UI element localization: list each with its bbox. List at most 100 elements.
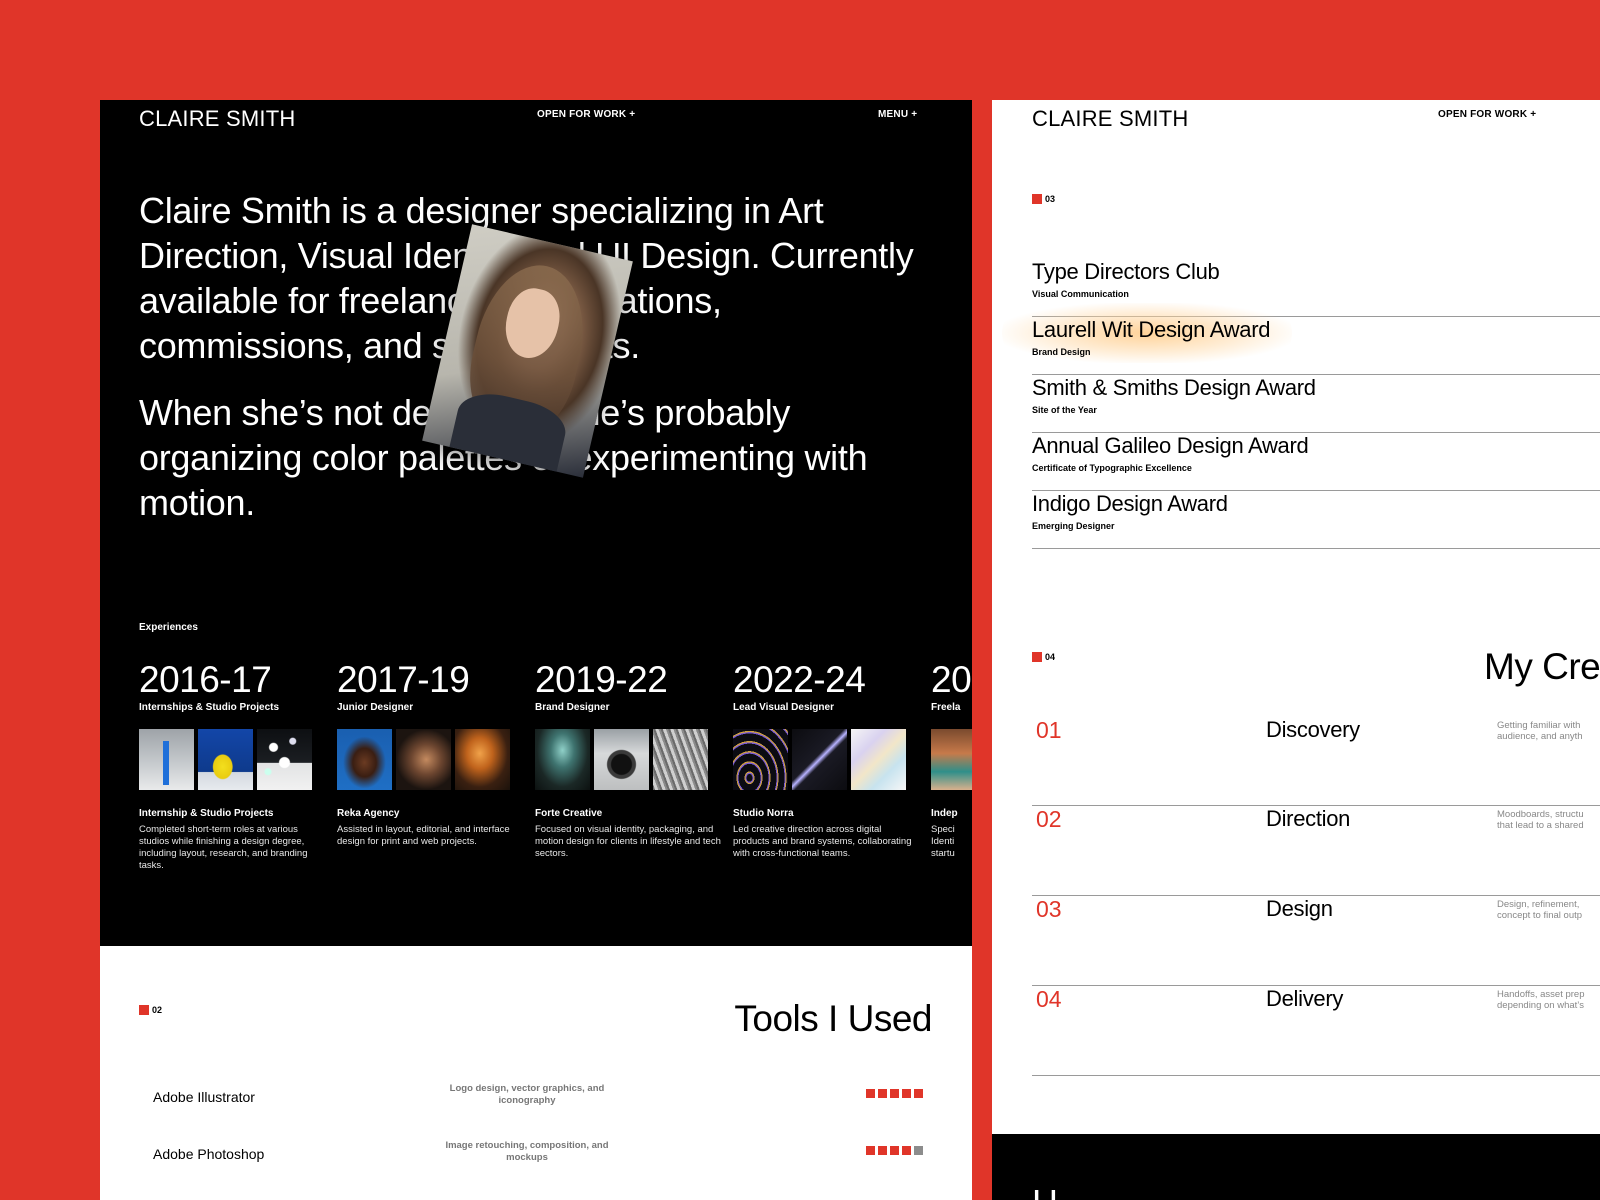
- experience-thumbnails: [535, 729, 721, 790]
- tool-rating: [866, 1146, 923, 1155]
- section-marker: 04: [1032, 652, 1055, 662]
- tools-heading: Tools I Used: [734, 998, 932, 1039]
- experience-role: Lead Visual Designer: [733, 702, 834, 713]
- award-row[interactable]: Annual Galileo Design Award Certificate …: [1032, 433, 1600, 491]
- rating-square-icon: [902, 1089, 911, 1098]
- award-category: Visual Communication: [1032, 289, 1129, 299]
- rating-square-icon: [866, 1146, 875, 1155]
- experience-years: 20: [931, 659, 972, 700]
- step-description-line: depending on what’s: [1497, 1000, 1584, 1011]
- step-description-line: Moodboards, structu: [1497, 809, 1584, 820]
- tools-section: 02 Tools I Used Adobe Illustrator Logo d…: [100, 946, 972, 1200]
- experience-item[interactable]: 2019-22 Brand Designer Forte Creative Fo…: [535, 660, 721, 860]
- award-row[interactable]: Smith & Smiths Design Award Site of the …: [1032, 375, 1600, 433]
- experience-years: 2016-17: [139, 659, 272, 700]
- thumbnail-image: [931, 729, 972, 790]
- step-number: 02: [1036, 806, 1062, 832]
- award-name: Type Directors Club: [1032, 259, 1220, 284]
- tool-rating: [866, 1089, 923, 1098]
- experience-description: Completed short-term roles at various st…: [139, 824, 308, 871]
- experience-company: Forte Creative: [535, 808, 603, 819]
- section-marker: 03: [1032, 194, 1055, 204]
- rating-square-icon: [902, 1146, 911, 1155]
- experience-description: Focused on visual identity, packaging, a…: [535, 824, 721, 859]
- experience-company: Reka Agency: [337, 808, 400, 819]
- award-row[interactable]: Indigo Design Award Emerging Designer: [1032, 491, 1600, 549]
- thumbnail-image: [594, 729, 649, 790]
- award-row[interactable]: Laurell Wit Design Award Brand Design: [1002, 303, 1600, 375]
- process-step[interactable]: 04 Delivery Handoffs, asset prep dependin…: [1032, 985, 1600, 1073]
- experience-years: 2022-24: [733, 659, 866, 700]
- thumbnail-image: [653, 729, 708, 790]
- step-description-line: Handoffs, asset prep: [1497, 989, 1585, 1000]
- brand-logo[interactable]: CLAIRE SMITH: [1032, 106, 1188, 132]
- thumbnail-image: [535, 729, 590, 790]
- open-for-work-link[interactable]: OPEN FOR WORK +: [537, 109, 635, 120]
- award-name: Annual Galileo Design Award: [1032, 433, 1309, 458]
- process-step[interactable]: 01 Discovery Getting familiar with audien…: [1032, 717, 1600, 805]
- thumbnail-image: [733, 729, 788, 790]
- experience-company: Studio Norra: [733, 808, 794, 819]
- experience-thumbnails: [931, 729, 972, 790]
- step-description-line: Design, refinement,: [1497, 899, 1580, 910]
- brand-logo[interactable]: CLAIRE SMITH: [139, 106, 295, 132]
- experience-years: 2019-22: [535, 659, 668, 700]
- rating-square-icon: [890, 1146, 899, 1155]
- experience-thumbnails: [733, 729, 919, 790]
- section-marker: 02: [139, 1005, 162, 1015]
- rating-square-icon: [878, 1089, 887, 1098]
- process-step[interactable]: 03 Design Design, refinement, concept to …: [1032, 895, 1600, 983]
- thumbnail-image: [257, 729, 312, 790]
- award-name: Indigo Design Award: [1032, 491, 1228, 516]
- experience-company: Indep: [931, 808, 958, 819]
- experience-thumbnails: [337, 729, 523, 790]
- portfolio-page-light: CLAIRE SMITH OPEN FOR WORK + 03 Type Dir…: [992, 100, 1600, 1200]
- step-description: Moodboards, structu that lead to a shared: [1497, 809, 1600, 831]
- tool-name: Adobe Illustrator: [153, 1089, 255, 1105]
- red-square-icon: [1032, 194, 1042, 204]
- thumbnail-image: [337, 729, 392, 790]
- tool-row[interactable]: Adobe Photoshop Image retouching, compos…: [153, 1140, 923, 1170]
- step-description: Getting familiar with audience, and anyth: [1497, 720, 1600, 742]
- experience-role: Internships & Studio Projects: [139, 702, 280, 713]
- step-description: Handoffs, asset prep depending on what’s: [1497, 989, 1600, 1011]
- tool-name: Adobe Photoshop: [153, 1146, 265, 1162]
- thumbnail-image: [198, 729, 253, 790]
- experience-item[interactable]: 2016-17 Internships & Studio Projects In…: [139, 660, 325, 872]
- award-category: Site of the Year: [1032, 405, 1097, 415]
- step-description: Design, refinement, concept to final outp: [1497, 899, 1600, 921]
- process-heading: My Cre: [1484, 646, 1600, 687]
- section-number: 03: [1045, 194, 1056, 204]
- process-step[interactable]: 02 Direction Moodboards, structu that lea…: [1032, 805, 1600, 893]
- award-name: Smith & Smiths Design Award: [1032, 375, 1316, 400]
- award-category: Emerging Designer: [1032, 521, 1115, 531]
- tool-description: Logo design, vector graphics, and iconog…: [449, 1083, 605, 1106]
- experience-item[interactable]: 2017-19 Junior Designer Reka Agency Assi…: [337, 660, 523, 848]
- experience-item[interactable]: 2022-24 Lead Visual Designer Studio Norr…: [733, 660, 919, 860]
- open-for-work-link[interactable]: OPEN FOR WORK +: [1438, 109, 1536, 120]
- tool-row[interactable]: Adobe Illustrator Logo design, vector gr…: [153, 1083, 923, 1113]
- section-number: 02: [152, 1005, 163, 1015]
- step-description-line: that lead to a shared: [1497, 820, 1584, 831]
- red-square-icon: [139, 1005, 149, 1015]
- thumbnail-image: [455, 729, 510, 790]
- step-name: Discovery: [1266, 717, 1360, 742]
- experience-role: Junior Designer: [337, 702, 414, 713]
- menu-button[interactable]: MENU +: [878, 109, 917, 120]
- rating-square-icon: [878, 1146, 887, 1155]
- experience-item[interactable]: 20 Freela Indep Speci Identi startu: [931, 660, 972, 860]
- rating-square-icon: [914, 1146, 923, 1155]
- experiences-title: Experiences: [139, 622, 198, 633]
- experience-thumbnails: [139, 729, 325, 790]
- thumbnail-image: [792, 729, 847, 790]
- rating-square-icon: [890, 1089, 899, 1098]
- step-number: 01: [1036, 717, 1062, 743]
- award-category: Brand Design: [1032, 347, 1091, 357]
- step-description-line: Getting familiar with: [1497, 720, 1581, 731]
- experience-description: Led creative direction across digital pr…: [733, 824, 912, 859]
- experience-description: Assisted in layout, editorial, and inter…: [337, 824, 510, 847]
- footer-heading: H: [1032, 1182, 1058, 1200]
- step-description-line: audience, and anyth: [1497, 731, 1583, 742]
- thumbnail-image: [851, 729, 906, 790]
- step-name: Delivery: [1266, 986, 1344, 1011]
